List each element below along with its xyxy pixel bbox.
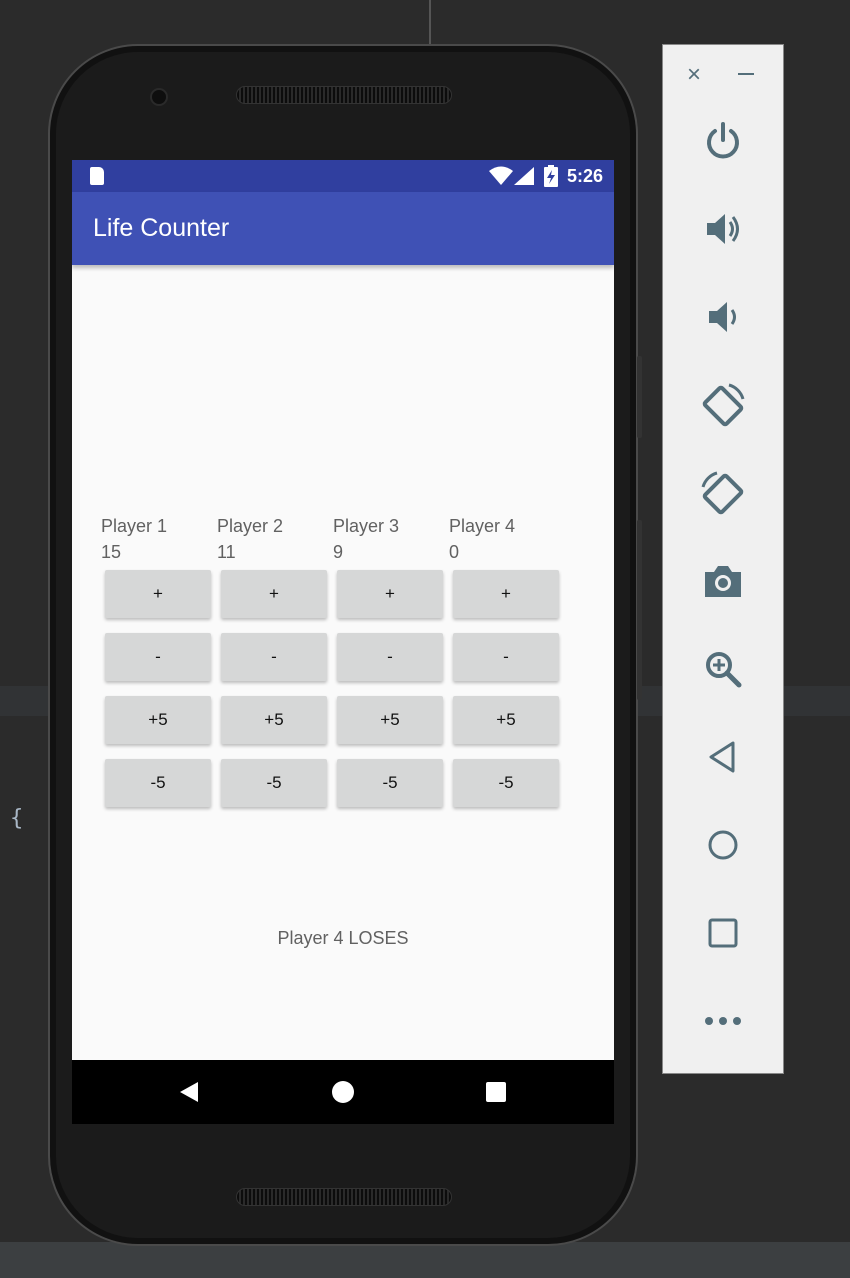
device-volume-rocker[interactable]	[637, 520, 642, 700]
player-life: 9	[333, 542, 344, 562]
close-icon[interactable]: ×	[687, 61, 701, 89]
status-time: 5:26	[567, 166, 604, 186]
player-2-plus-button[interactable]: +	[221, 570, 327, 618]
player-life: 0	[449, 542, 460, 562]
wifi-icon	[489, 166, 513, 185]
player-name: Player 4	[449, 516, 516, 536]
code-brace: {	[10, 806, 24, 831]
player-1-minus5-button[interactable]: -5	[105, 759, 211, 807]
volume-down-icon[interactable]	[697, 291, 749, 343]
result-message: Player 4 LOSES	[277, 928, 409, 948]
player-1-minus-button[interactable]: -	[105, 633, 211, 681]
player-2-minus-button[interactable]: -	[221, 633, 327, 681]
app-bar: Life Counter	[72, 192, 614, 265]
player-4-plus-button[interactable]: +	[453, 570, 559, 618]
player-3-minus5-button[interactable]: -5	[337, 759, 443, 807]
player-2-plus5-button[interactable]: +5	[221, 696, 327, 744]
nav-home-icon[interactable]	[332, 1081, 354, 1103]
home-icon[interactable]	[697, 819, 749, 871]
player-life: 15	[101, 542, 122, 562]
sd-card-icon	[90, 167, 104, 185]
back-icon[interactable]	[697, 731, 749, 783]
nav-recents-icon[interactable]	[486, 1082, 506, 1102]
player-3-minus-button[interactable]: -	[337, 633, 443, 681]
volume-up-icon[interactable]	[697, 203, 749, 255]
ide-status-area	[0, 1242, 850, 1278]
player-1-plus5-button[interactable]: +5	[105, 696, 211, 744]
player-life: 11	[217, 542, 236, 562]
signal-icon	[514, 167, 534, 185]
more-icon[interactable]	[697, 995, 749, 1047]
player-name: Player 1	[101, 516, 168, 536]
device-screen: 5:26 Life Counter Player 1 15 Player 2 1…	[72, 160, 614, 1124]
bottom-speaker	[236, 1188, 452, 1206]
top-speaker	[236, 86, 452, 104]
emulator-toolbar: ×	[662, 44, 784, 1074]
camera-icon[interactable]	[697, 555, 749, 607]
device-power-button[interactable]	[637, 356, 642, 438]
status-bar: 5:26	[72, 160, 614, 192]
player-4-minus-button[interactable]: -	[453, 633, 559, 681]
player-name: Player 3	[333, 516, 400, 536]
rotate-right-icon[interactable]	[697, 467, 749, 519]
player-3-plus-button[interactable]: +	[337, 570, 443, 618]
player-4-minus5-button[interactable]: -5	[453, 759, 559, 807]
nav-back-icon[interactable]	[180, 1082, 198, 1102]
battery-charging-icon	[544, 165, 558, 187]
navigation-bar	[72, 1060, 614, 1124]
power-icon[interactable]	[697, 115, 749, 167]
front-camera	[150, 88, 168, 106]
app-title: Life Counter	[93, 214, 230, 242]
player-1-plus-button[interactable]: +	[105, 570, 211, 618]
ide-divider	[429, 0, 431, 46]
rotate-left-icon[interactable]	[697, 379, 749, 431]
player-3-plus5-button[interactable]: +5	[337, 696, 443, 744]
player-name: Player 2	[217, 516, 284, 536]
player-4-plus5-button[interactable]: +5	[453, 696, 559, 744]
zoom-icon[interactable]	[697, 643, 749, 695]
overview-icon[interactable]	[697, 907, 749, 959]
player-2-minus5-button[interactable]: -5	[221, 759, 327, 807]
minimize-icon[interactable]	[738, 73, 754, 75]
